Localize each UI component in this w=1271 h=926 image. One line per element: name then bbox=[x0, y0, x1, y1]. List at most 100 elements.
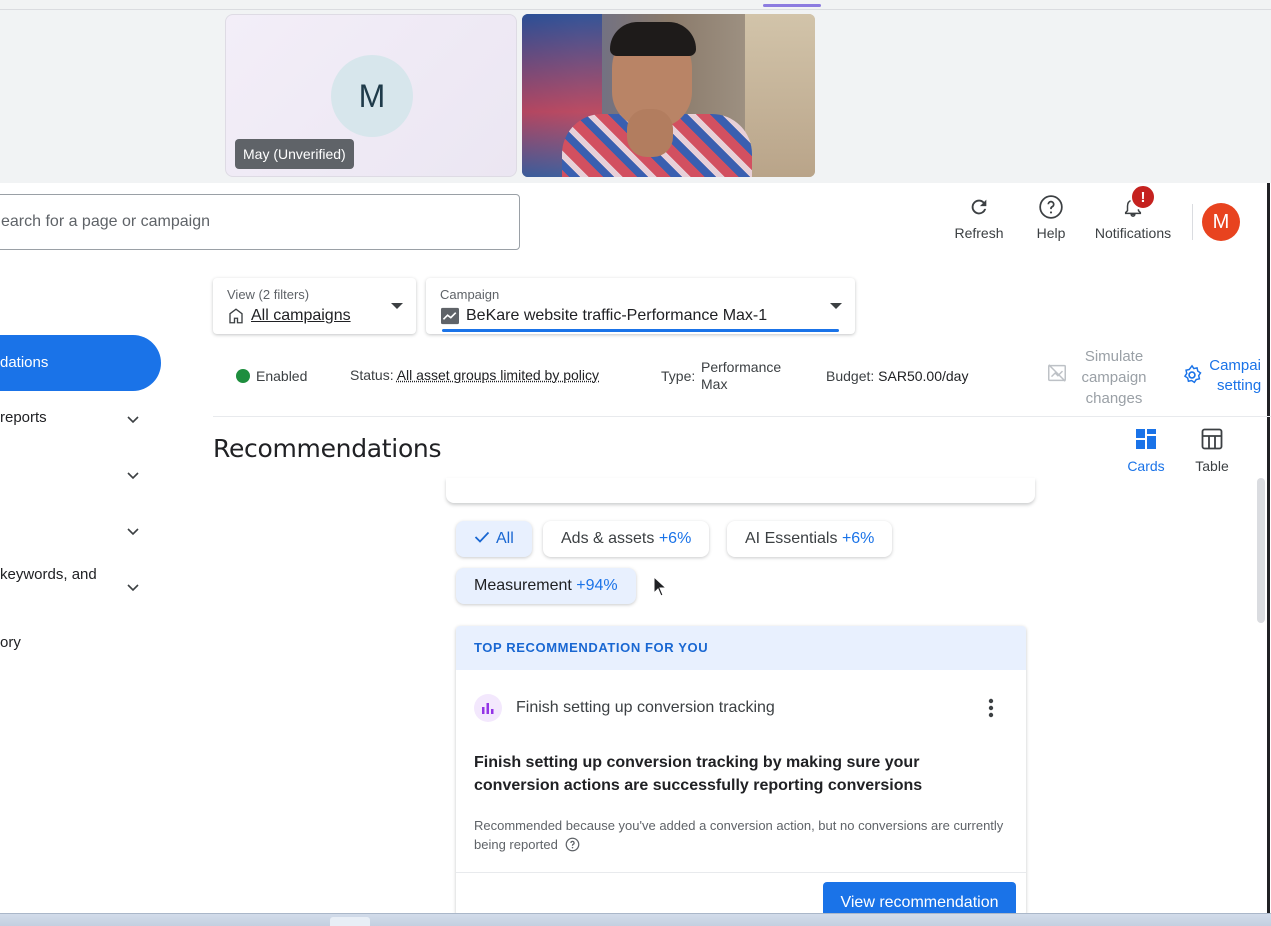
sidebar-item-keywords[interactable]: keywords, and bbox=[0, 566, 97, 583]
dropdown-caret-icon bbox=[391, 303, 403, 309]
meet-tab-indicator bbox=[763, 4, 821, 7]
sidebar-item-reports[interactable]: reports bbox=[0, 409, 47, 426]
sidebar-item-history[interactable]: ory bbox=[0, 634, 21, 651]
participant-avatar: M bbox=[331, 55, 413, 137]
more-vert-icon[interactable] bbox=[988, 698, 994, 718]
campaign-status: Status: All asset groups limited by poli… bbox=[350, 367, 599, 383]
chip-label: Ads & assets bbox=[561, 530, 655, 547]
header-divider bbox=[1192, 204, 1193, 240]
cards-view-label: Cards bbox=[1127, 458, 1165, 474]
refresh-icon bbox=[952, 192, 1006, 222]
mouse-cursor-icon bbox=[653, 576, 667, 597]
video-background-right bbox=[745, 14, 815, 177]
notifications-button[interactable]: ! Notifications bbox=[1088, 184, 1178, 241]
status-value-link[interactable]: All asset groups limited by policy bbox=[397, 367, 599, 383]
scrollbar[interactable] bbox=[1257, 478, 1265, 623]
recommendation-heading: Finish setting up conversion tracking bbox=[516, 699, 775, 716]
campaign-settings-button[interactable]: Campai setting bbox=[1181, 356, 1261, 396]
table-view-label: Table bbox=[1195, 458, 1229, 474]
simulate-line: campaign bbox=[1081, 369, 1147, 386]
meet-strip: M May (Unverified) bbox=[0, 0, 1271, 183]
page-title: Recommendations bbox=[213, 434, 442, 463]
profile-avatar[interactable]: M bbox=[1202, 203, 1240, 241]
header-divider-line bbox=[213, 416, 1271, 417]
budget-value: SAR50.00/day bbox=[878, 368, 969, 384]
chevron-down-icon[interactable] bbox=[125, 411, 141, 427]
sidebar-item-label: keywords, and bbox=[0, 566, 97, 583]
participant-tile[interactable]: M May (Unverified) bbox=[225, 14, 517, 177]
refresh-label: Refresh bbox=[954, 225, 1004, 241]
table-view-icon bbox=[1201, 428, 1223, 450]
campaign-selected-underline bbox=[442, 329, 839, 332]
notifications-label: Notifications bbox=[1094, 225, 1172, 241]
simulate-off-icon bbox=[1048, 364, 1066, 382]
campaign-enabled-status[interactable]: Enabled bbox=[236, 368, 307, 384]
recommendation-reason-text: Recommended because you've added a conve… bbox=[474, 818, 1004, 852]
checkmark-icon bbox=[474, 531, 490, 543]
campaign-filter-dropdown[interactable]: Campaign BeKare website traffic-Performa… bbox=[426, 278, 855, 334]
video-person-hand bbox=[627, 109, 673, 157]
gear-icon bbox=[1183, 364, 1202, 384]
enabled-label: Enabled bbox=[256, 368, 308, 384]
chevron-down-icon[interactable] bbox=[125, 579, 141, 595]
window-edge bbox=[1267, 183, 1270, 913]
taskbar-item[interactable] bbox=[330, 917, 370, 926]
simulate-line: Simulate bbox=[1084, 348, 1144, 365]
type-value-line: Performance bbox=[701, 359, 782, 375]
previous-card-bottom bbox=[446, 478, 1035, 503]
recommendation-reason: Recommended because you've added a conve… bbox=[474, 816, 1004, 854]
help-label: Help bbox=[1036, 225, 1066, 241]
performance-max-icon bbox=[441, 307, 459, 325]
help-icon bbox=[1033, 192, 1069, 222]
view-filter-dropdown[interactable]: View (2 filters) All campaigns bbox=[213, 278, 416, 334]
chevron-down-icon[interactable] bbox=[125, 523, 141, 539]
view-filter-value: All campaigns bbox=[251, 307, 351, 324]
recommendation-card: TOP RECOMMENDATION FOR YOU Finish settin… bbox=[456, 626, 1026, 916]
meet-top-divider bbox=[0, 9, 1271, 10]
help-button[interactable]: Help bbox=[1033, 192, 1069, 241]
chip-percent: +94% bbox=[576, 577, 618, 594]
cards-view-button[interactable]: Cards bbox=[1124, 427, 1168, 474]
view-filter-caption: View (2 filters) bbox=[227, 287, 310, 302]
chip-measurement[interactable]: Measurement +94% bbox=[456, 568, 636, 604]
chip-percent: +6% bbox=[841, 530, 875, 547]
campaign-type: Performance Max bbox=[701, 359, 781, 393]
search-placeholder: earch for a page or campaign bbox=[1, 213, 211, 230]
cards-view-icon bbox=[1136, 429, 1156, 449]
settings-line: Campai bbox=[1209, 357, 1261, 374]
taskbar bbox=[0, 913, 1271, 926]
recommendation-header: Finish setting up conversion tracking bbox=[474, 694, 775, 722]
help-icon[interactable] bbox=[565, 837, 580, 852]
dropdown-caret-icon bbox=[830, 303, 842, 309]
chip-ads-assets[interactable]: Ads & assets +6% bbox=[543, 521, 710, 557]
chip-label: Measurement bbox=[474, 577, 572, 594]
notification-badge: ! bbox=[1130, 184, 1156, 210]
sidebar-item-recommendations[interactable]: dations bbox=[0, 335, 161, 391]
recommendation-banner: TOP RECOMMENDATION FOR YOU bbox=[456, 626, 1026, 670]
recommendation-title: Finish setting up conversion tracking by… bbox=[474, 754, 923, 794]
bar-chart-icon bbox=[474, 694, 502, 722]
refresh-button[interactable]: Refresh bbox=[952, 192, 1006, 241]
video-person-hair bbox=[610, 22, 696, 56]
chip-ai-essentials[interactable]: AI Essentials +6% bbox=[727, 521, 893, 557]
status-label: Status: bbox=[350, 367, 394, 383]
status-dot-icon bbox=[236, 369, 250, 383]
chip-label: AI Essentials bbox=[745, 530, 838, 547]
bell-icon: ! bbox=[1088, 184, 1178, 222]
type-value-line: Max bbox=[701, 376, 728, 392]
camera-video-tile[interactable] bbox=[522, 14, 815, 177]
sidebar-item-label: ory bbox=[0, 634, 21, 651]
view-recommendation-button[interactable]: View recommendation bbox=[823, 882, 1016, 916]
simulate-line: changes bbox=[1085, 390, 1143, 407]
type-label: Type: bbox=[661, 368, 696, 384]
sidebar-item-label: dations bbox=[0, 354, 49, 371]
table-view-button[interactable]: Table bbox=[1190, 427, 1234, 474]
chip-all[interactable]: All bbox=[456, 521, 532, 557]
simulate-changes-button[interactable]: Simulate campaign changes bbox=[1046, 346, 1152, 409]
participant-name: May (Unverified) bbox=[235, 139, 354, 169]
chevron-down-icon[interactable] bbox=[125, 467, 141, 483]
campaign-filter-value: BeKare website traffic-Performance Max-1 bbox=[466, 307, 768, 324]
sidebar-item-label: reports bbox=[0, 409, 47, 426]
chip-label: All bbox=[496, 530, 514, 547]
search-input[interactable]: earch for a page or campaign bbox=[0, 194, 520, 250]
